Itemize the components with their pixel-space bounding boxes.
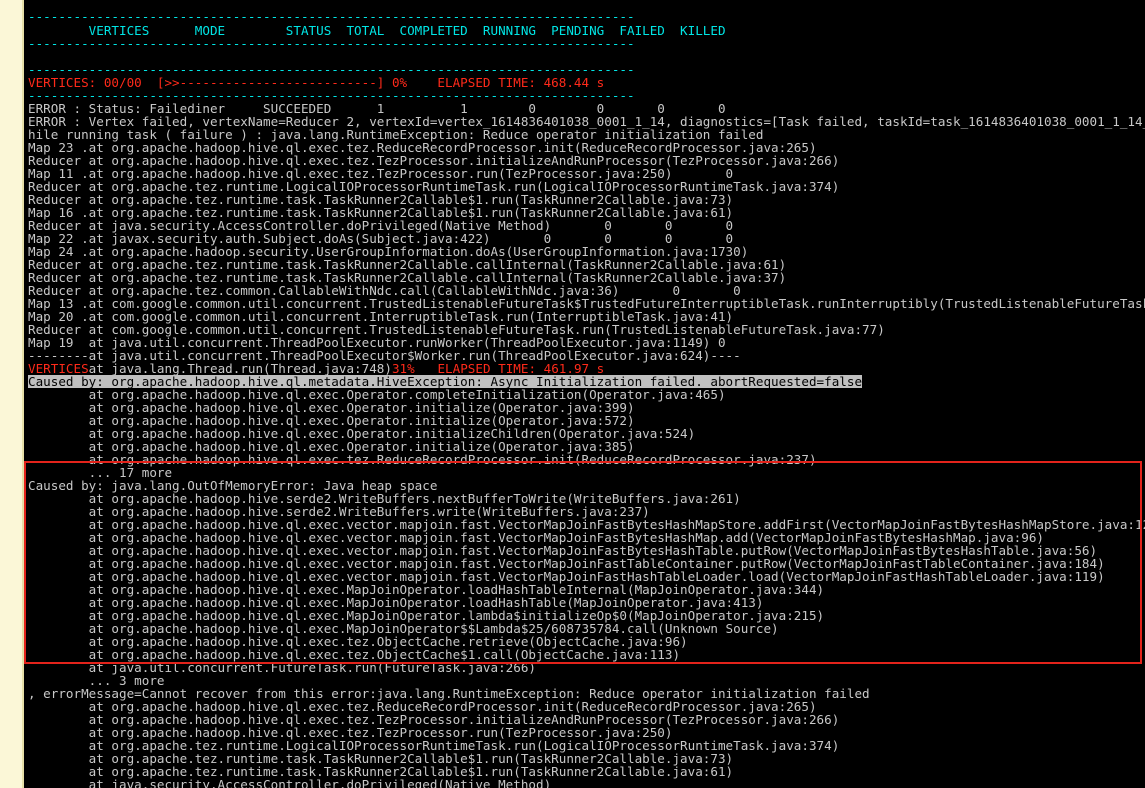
rule-line: ----------------------------------------…: [28, 9, 635, 24]
terminal-window: ----------------------------------------…: [0, 0, 1145, 788]
rule-line: ----------------------------------------…: [28, 36, 635, 51]
terminal-output[interactable]: ----------------------------------------…: [24, 0, 1145, 788]
log-line: at java.security.AccessController.doPriv…: [28, 777, 552, 788]
window-left-edge: [0, 0, 24, 788]
